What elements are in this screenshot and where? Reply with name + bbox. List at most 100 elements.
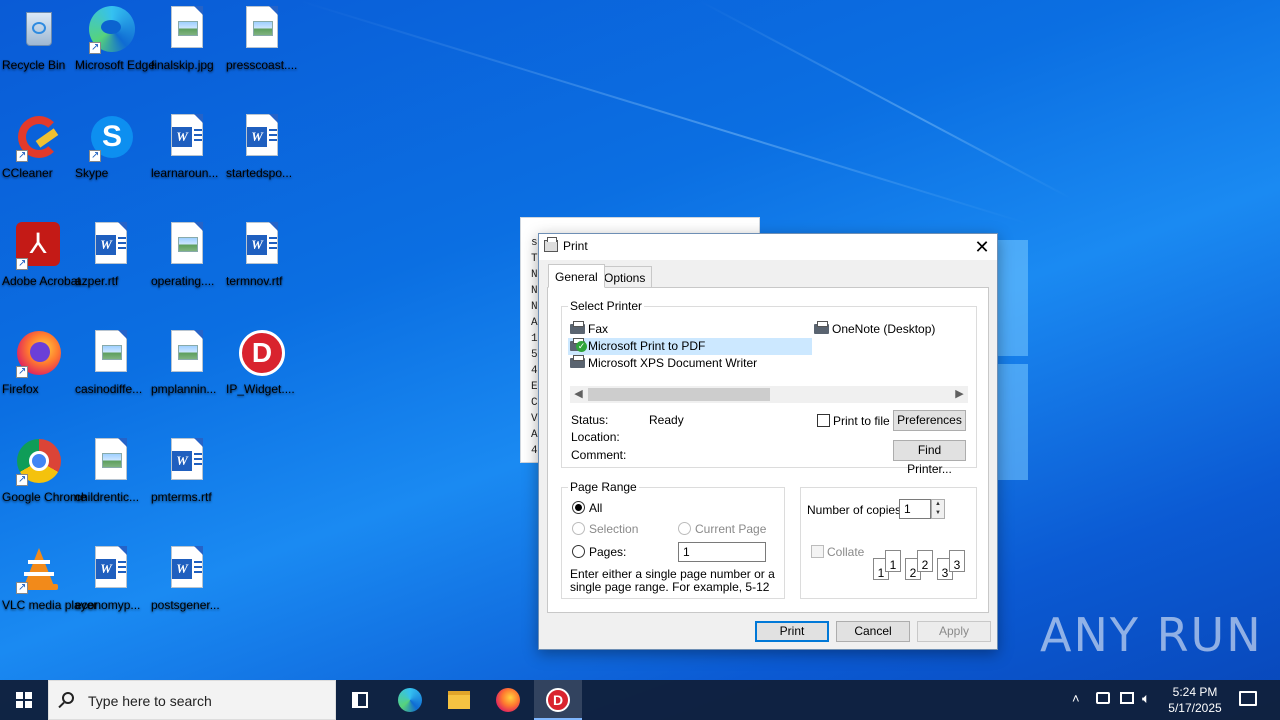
start-button[interactable]	[0, 680, 48, 720]
comment-label: Comment:	[571, 448, 627, 462]
desktop-icon-casinodiffe[interactable]: casinodiffe...	[73, 330, 149, 396]
page-range-hint: Enter either a single page number or a s…	[570, 567, 775, 594]
collate-label: Collate	[827, 545, 865, 559]
current-page-label: Current Page	[695, 522, 767, 536]
shortcut-arrow-icon	[16, 580, 28, 595]
desktop-icon-operating[interactable]: operating....	[149, 222, 225, 288]
find-printer-button[interactable]: Find Printer...	[893, 440, 966, 476]
word-doc-icon: W	[163, 438, 211, 486]
print-to-file-checkbox[interactable]	[817, 414, 830, 427]
printer-label: Microsoft Print to PDF	[588, 339, 706, 353]
taskbar-ip-widget[interactable]: D	[534, 680, 582, 720]
word-doc-icon: W	[238, 222, 286, 270]
desktop-icon-pmterms[interactable]: W pmterms.rtf	[149, 438, 225, 504]
shortcut-arrow-icon	[16, 256, 28, 271]
desktop-icon-presscoast[interactable]: presscoast....	[224, 6, 300, 72]
preferences-button[interactable]: Preferences	[893, 410, 966, 431]
desktop-icon-adobe-acrobat[interactable]: ⅄ Adobe Acrobat	[0, 222, 81, 288]
tab-options[interactable]: Options	[597, 266, 653, 288]
printer-icon	[814, 321, 829, 334]
close-button[interactable]: ✕	[967, 234, 997, 260]
recycle-bin-icon	[14, 6, 62, 54]
shortcut-arrow-icon	[89, 40, 101, 55]
selection-label: Selection	[589, 522, 639, 536]
taskbar-firefox[interactable]	[484, 680, 532, 720]
skype-icon: S	[87, 114, 135, 163]
word-doc-icon: W	[163, 114, 211, 162]
collate-checkbox[interactable]	[811, 545, 824, 558]
collate-page: 2	[917, 550, 933, 572]
all-label: All	[589, 501, 603, 515]
collate-page: 1	[885, 550, 901, 572]
current-page-radio[interactable]	[678, 522, 691, 535]
desktop-icon-recycle-bin[interactable]: Recycle Bin	[0, 6, 76, 72]
task-view-button[interactable]	[336, 680, 384, 720]
desktop-icon-vlc[interactable]: VLC media player	[0, 546, 97, 612]
firefox-icon	[14, 330, 62, 379]
scroll-left-arrow-icon[interactable]: ◀	[570, 386, 587, 403]
notification-center-button[interactable]	[1232, 680, 1264, 720]
desktop-icon-childrentic[interactable]: childrentic...	[73, 438, 149, 504]
page-range-title: Page Range	[568, 480, 639, 494]
desktop-icon-learnaroun[interactable]: W learnaroun...	[149, 114, 225, 180]
desktop-icon-postsgener[interactable]: W postsgener...	[149, 546, 225, 612]
scrollbar-thumb[interactable]	[588, 388, 770, 401]
word-doc-icon: W	[163, 546, 211, 594]
shortcut-arrow-icon	[89, 148, 101, 163]
copies-spinner[interactable]: ▲ ▼	[931, 499, 945, 519]
image-file-icon	[163, 6, 211, 54]
print-to-file-label: Print to file	[833, 414, 890, 428]
pages-radio[interactable]	[572, 545, 585, 558]
taskbar-clock[interactable]: 5:24 PM 5/17/2025	[1162, 684, 1228, 716]
tab-general[interactable]: General	[548, 264, 605, 288]
printer-list-scrollbar[interactable]: ◀ ▶	[570, 386, 968, 403]
volume-icon[interactable]: 🔈︎	[1142, 690, 1150, 707]
apply-button[interactable]: Apply	[917, 621, 991, 642]
printer-icon	[544, 237, 558, 252]
print-button[interactable]: Print	[755, 621, 829, 642]
desktop-icon-ip-widget[interactable]: D IP_Widget....	[224, 330, 300, 396]
desktop-icon-pmplannin[interactable]: pmplannin...	[149, 330, 225, 396]
all-radio[interactable]	[572, 501, 585, 514]
desktop-icon-termnov[interactable]: W termnov.rtf	[224, 222, 300, 288]
image-file-icon	[163, 222, 211, 270]
desktop-icon-google-chrome[interactable]: Google Chrome	[0, 438, 87, 504]
printer-item-microsoft-print-to-pdf[interactable]: Microsoft Print to PDF	[568, 338, 812, 355]
dialog-titlebar[interactable]: Print ✕	[539, 234, 997, 260]
spin-up-icon[interactable]: ▲	[932, 500, 944, 509]
file-explorer-icon	[448, 691, 470, 709]
copies-input[interactable]: 1	[899, 499, 931, 519]
windows-start-icon	[16, 692, 32, 708]
taskbar-search-box[interactable]: Type here to search	[48, 680, 336, 720]
acrobat-icon: ⅄	[14, 222, 62, 271]
show-hidden-icons-icon[interactable]: ˄	[1072, 691, 1080, 706]
desktop-icon-finalskip[interactable]: finalskip.jpg	[149, 6, 225, 72]
pages-input[interactable]: 1	[678, 542, 766, 562]
scroll-right-arrow-icon[interactable]: ▶	[951, 386, 968, 403]
spin-down-icon[interactable]: ▼	[932, 509, 944, 518]
desktop-icon-microsoft-edge[interactable]: Microsoft Edge	[73, 6, 155, 72]
selection-radio[interactable]	[572, 522, 585, 535]
taskbar-edge[interactable]	[386, 680, 434, 720]
network-icon[interactable]	[1096, 692, 1110, 704]
notification-icon	[1239, 691, 1257, 706]
image-file-icon	[87, 438, 135, 486]
cancel-button[interactable]: Cancel	[836, 621, 910, 642]
printer-label: OneNote (Desktop)	[832, 322, 936, 336]
printer-item-onenote[interactable]: OneNote (Desktop)	[812, 321, 935, 338]
word-doc-icon: W	[87, 546, 135, 594]
desktop-icon-azper[interactable]: W azper.rtf	[73, 222, 149, 288]
connection-icon[interactable]	[1120, 692, 1134, 704]
ip-widget-icon: D	[546, 688, 570, 712]
desktop-icon-economyp[interactable]: W economyp...	[73, 546, 149, 612]
ccleaner-icon	[14, 114, 62, 163]
taskbar-file-explorer[interactable]	[435, 680, 483, 720]
desktop-icon-startedspo[interactable]: W startedspo...	[224, 114, 300, 180]
word-doc-icon: W	[238, 114, 286, 162]
printer-item-xps-writer[interactable]: Microsoft XPS Document Writer	[568, 355, 757, 372]
number-of-copies-label: Number of copies:	[807, 503, 905, 517]
desktop-icon-ccleaner[interactable]: CCleaner	[0, 114, 76, 180]
printer-item-fax[interactable]: Fax	[568, 321, 608, 338]
desktop-icon-skype[interactable]: S Skype	[73, 114, 149, 180]
desktop-icon-firefox[interactable]: Firefox	[0, 330, 76, 396]
